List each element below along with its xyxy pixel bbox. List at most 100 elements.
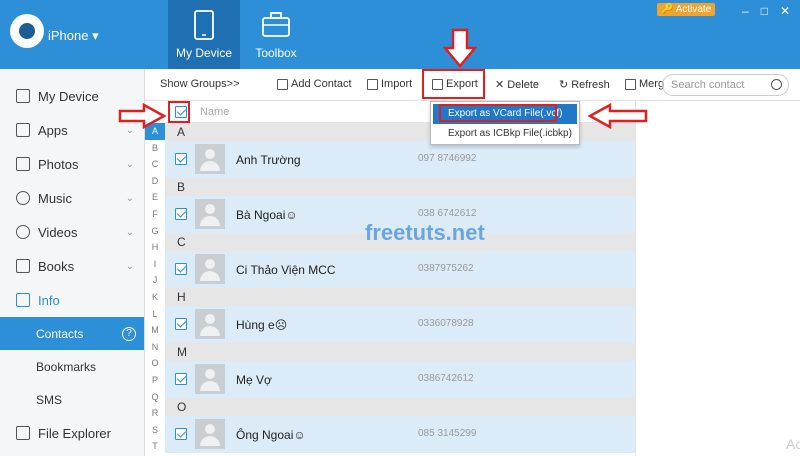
contact-name: Mẹ Vợ xyxy=(236,373,272,387)
export-icbkp-option[interactable]: Export as ICBkp File(.icbkp) xyxy=(431,124,579,144)
contact-phone: 0387975262 xyxy=(418,263,474,274)
column-name: Name xyxy=(200,106,230,118)
contact-phone: 097 8746992 xyxy=(418,153,477,164)
sidebar-item-label: Music xyxy=(38,190,72,206)
alphabet-index-letter[interactable]: G xyxy=(145,223,165,240)
alphabet-index-letter[interactable]: H xyxy=(145,239,165,256)
right-arrow-annotation-icon xyxy=(118,103,166,129)
alphabet-index-letter[interactable]: S xyxy=(145,422,165,439)
alphabet-index-letter[interactable]: O xyxy=(145,355,165,372)
sidebar-item-label: Contacts xyxy=(36,326,84,341)
close-button[interactable]: ✕ xyxy=(780,4,790,18)
tab-toolbox[interactable]: Toolbox xyxy=(240,0,312,69)
search-icon xyxy=(771,79,782,90)
alphabet-index-letter[interactable]: F xyxy=(145,206,165,223)
alphabet-index-letter[interactable]: N xyxy=(145,339,165,356)
delete-button[interactable]: ✕ Delete xyxy=(495,78,539,92)
phone-icon xyxy=(16,89,30,103)
maximize-button[interactable]: □ xyxy=(761,4,768,18)
apps-grid-icon xyxy=(16,123,30,137)
alphabet-index-letter[interactable]: C xyxy=(145,156,165,173)
show-groups-button[interactable]: Show Groups>> xyxy=(160,78,240,90)
watermark: freetuts.net xyxy=(365,220,485,245)
delete-x-icon: ✕ xyxy=(495,79,505,91)
activate-button[interactable]: 🔑 Activate xyxy=(657,3,716,16)
merge-button[interactable]: Merg xyxy=(625,78,664,90)
sidebar-item-label: File Explorer xyxy=(38,425,111,441)
import-button[interactable]: Import xyxy=(367,78,412,90)
alphabet-index-letter[interactable]: M xyxy=(145,322,165,339)
tab-my-device[interactable]: My Device xyxy=(168,0,240,69)
contact-phone: 038 6742612 xyxy=(418,208,477,219)
sidebar-item-file-explorer[interactable]: File Explorer xyxy=(0,416,144,450)
sidebar-item-books[interactable]: Books ⌄ xyxy=(0,249,144,283)
chevron-down-icon: ⌄ xyxy=(125,192,134,204)
refresh-button[interactable]: ↻ Refresh xyxy=(559,78,610,92)
avatar xyxy=(195,364,225,394)
contact-name: Anh Trường xyxy=(236,153,301,167)
refresh-icon: ↻ xyxy=(559,79,569,91)
alphabet-index-letter[interactable]: T xyxy=(145,438,165,455)
contact-checkbox[interactable] xyxy=(175,428,187,440)
contact-row[interactable]: Mẹ Vợ 0386742612 xyxy=(165,361,635,398)
avatar xyxy=(195,419,225,449)
contact-name: Hùng e☹ xyxy=(236,318,288,332)
contact-checkbox[interactable] xyxy=(175,153,187,165)
left-arrow-annotation-icon xyxy=(588,103,648,129)
sidebar-item-info[interactable]: Info xyxy=(0,283,144,317)
avatar xyxy=(195,254,225,284)
alphabet-index: ABCDEFGHIJKLMNOPQRST xyxy=(145,123,165,456)
sidebar-item-photos[interactable]: Photos ⌄ xyxy=(0,147,144,181)
alphabet-index-letter[interactable]: B xyxy=(145,140,165,157)
contact-row[interactable]: Ci Thảo Viện MCC 0387975262 xyxy=(165,251,635,288)
alphabet-index-letter[interactable]: L xyxy=(145,306,165,323)
group-header: B xyxy=(165,178,635,196)
avatar xyxy=(195,309,225,339)
sidebar-item-contacts[interactable]: Contacts ? xyxy=(0,317,144,350)
alphabet-index-letter[interactable]: D xyxy=(145,173,165,190)
group-header: H xyxy=(165,288,635,306)
minimize-button[interactable]: – xyxy=(742,4,749,18)
window-controls: – □ ✕ xyxy=(742,4,790,18)
export-highlight-box xyxy=(422,69,485,99)
tab-label: My Device xyxy=(175,46,232,60)
search-input[interactable]: Search contact xyxy=(662,74,789,96)
contact-phone: 0336078928 xyxy=(418,318,474,329)
book-icon xyxy=(16,259,30,273)
info-icon xyxy=(16,293,30,307)
toolbox-icon xyxy=(262,12,290,37)
contact-phone: 0386742612 xyxy=(418,373,474,384)
corner-text: Ac xyxy=(786,436,800,452)
select-all-highlight-box xyxy=(168,101,190,123)
contact-checkbox[interactable] xyxy=(175,373,187,385)
group-header: O xyxy=(165,398,635,416)
add-contact-button[interactable]: Add Contact xyxy=(277,78,352,90)
merge-icon xyxy=(625,78,636,90)
contact-checkbox[interactable] xyxy=(175,208,187,220)
sidebar-item-music[interactable]: Music ⌄ xyxy=(0,181,144,215)
alphabet-index-letter[interactable]: J xyxy=(145,272,165,289)
contact-checkbox[interactable] xyxy=(175,318,187,330)
device-selector[interactable]: iPhone ▾ xyxy=(48,28,99,44)
sidebar-item-label: Videos xyxy=(38,224,78,240)
contact-row[interactable]: Anh Trường 097 8746992 xyxy=(165,141,635,178)
detail-pane xyxy=(635,101,800,456)
title-bar: iPhone ▾ My Device Toolbox 🔑 Activate – … xyxy=(0,0,800,69)
help-icon[interactable]: ? xyxy=(122,326,136,341)
sidebar-item-label: Apps xyxy=(38,122,68,138)
alphabet-index-letter[interactable]: R xyxy=(145,405,165,422)
sidebar-item-videos[interactable]: Videos ⌄ xyxy=(0,215,144,249)
contact-checkbox[interactable] xyxy=(175,263,187,275)
sidebar-item-sms[interactable]: SMS xyxy=(0,383,144,416)
alphabet-index-letter[interactable]: I xyxy=(145,256,165,273)
group-header: M xyxy=(165,343,635,361)
alphabet-index-letter[interactable]: Q xyxy=(145,389,165,406)
contact-row[interactable]: Ông Ngoai☺ 085 3145299 xyxy=(165,416,635,453)
alphabet-index-letter[interactable]: E xyxy=(145,189,165,206)
sidebar-item-label: SMS xyxy=(36,392,63,407)
alphabet-index-letter[interactable]: P xyxy=(145,372,165,389)
contact-row[interactable]: Hùng e☹ 0336078928 xyxy=(165,306,635,343)
sidebar-item-bookmarks[interactable]: Bookmarks xyxy=(0,350,144,383)
alphabet-index-letter[interactable]: K xyxy=(145,289,165,306)
sidebar-item-label: Books xyxy=(38,258,75,274)
